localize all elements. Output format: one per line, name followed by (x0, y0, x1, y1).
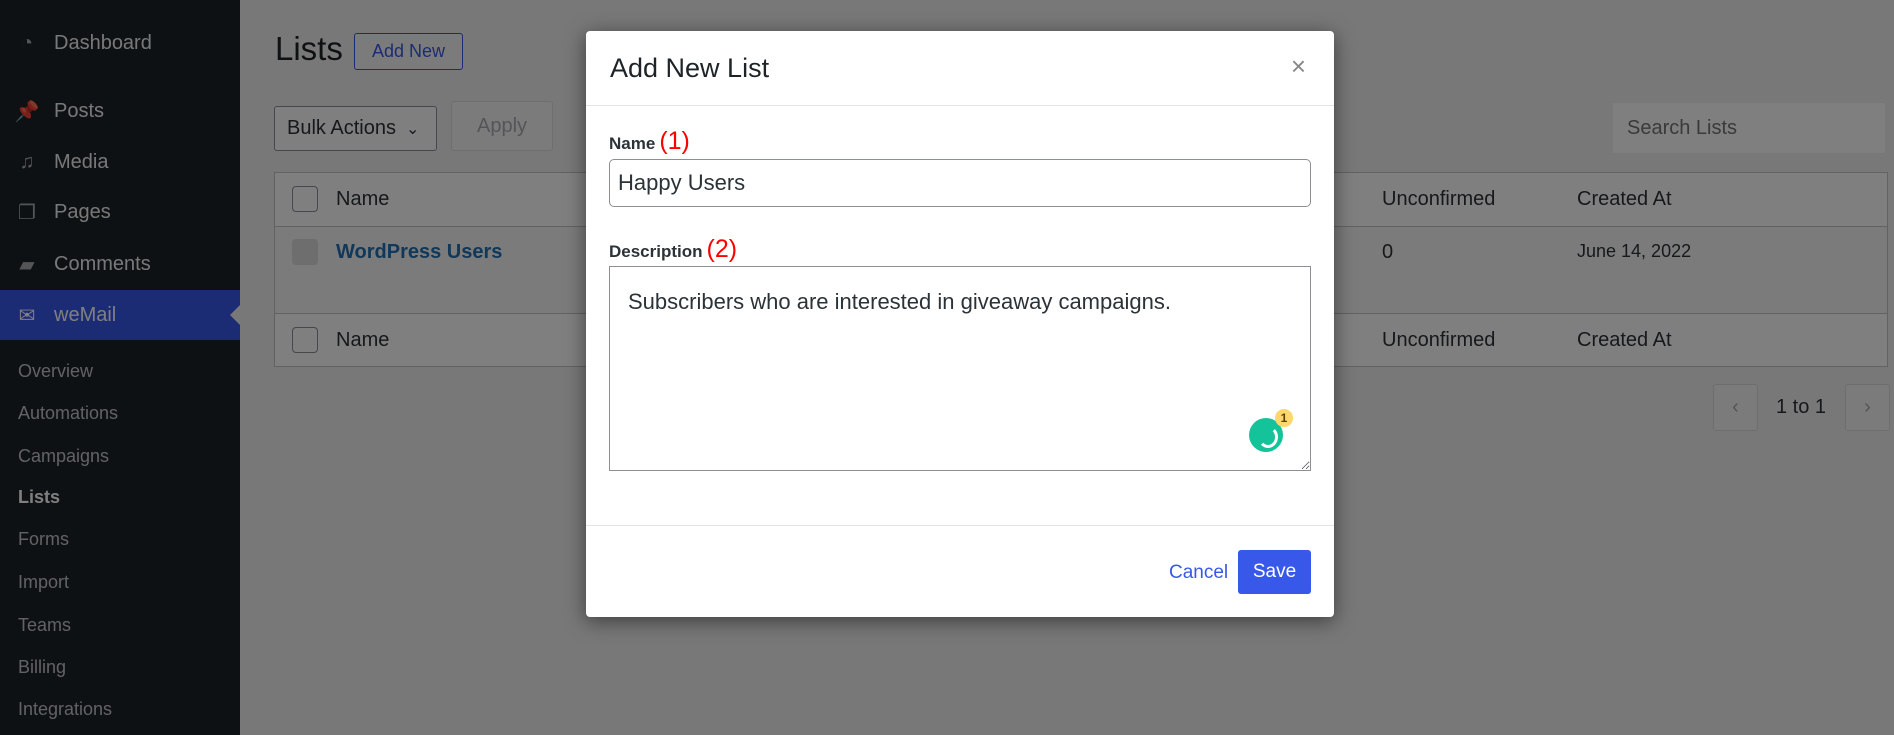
modal-title: Add New List (610, 53, 770, 83)
description-field[interactable]: Subscribers who are interested in giveaw… (609, 266, 1311, 471)
grammarly-badge: 1 (1275, 409, 1293, 427)
save-button[interactable]: Save (1238, 550, 1311, 594)
add-new-list-modal: Add New List × Name(1) Description(2) Su… (586, 31, 1334, 617)
name-label: Name (1) (609, 127, 690, 155)
close-icon[interactable]: × (1291, 51, 1306, 82)
cancel-button[interactable]: Cancel (1169, 562, 1228, 584)
modal-header: Add New List × (586, 31, 1334, 106)
annotation-2: (2) (706, 235, 738, 263)
name-field[interactable] (609, 159, 1311, 207)
modal-footer-divider (586, 525, 1334, 526)
description-label: Description (2) (609, 235, 738, 263)
annotation-1: (1) (659, 127, 690, 155)
